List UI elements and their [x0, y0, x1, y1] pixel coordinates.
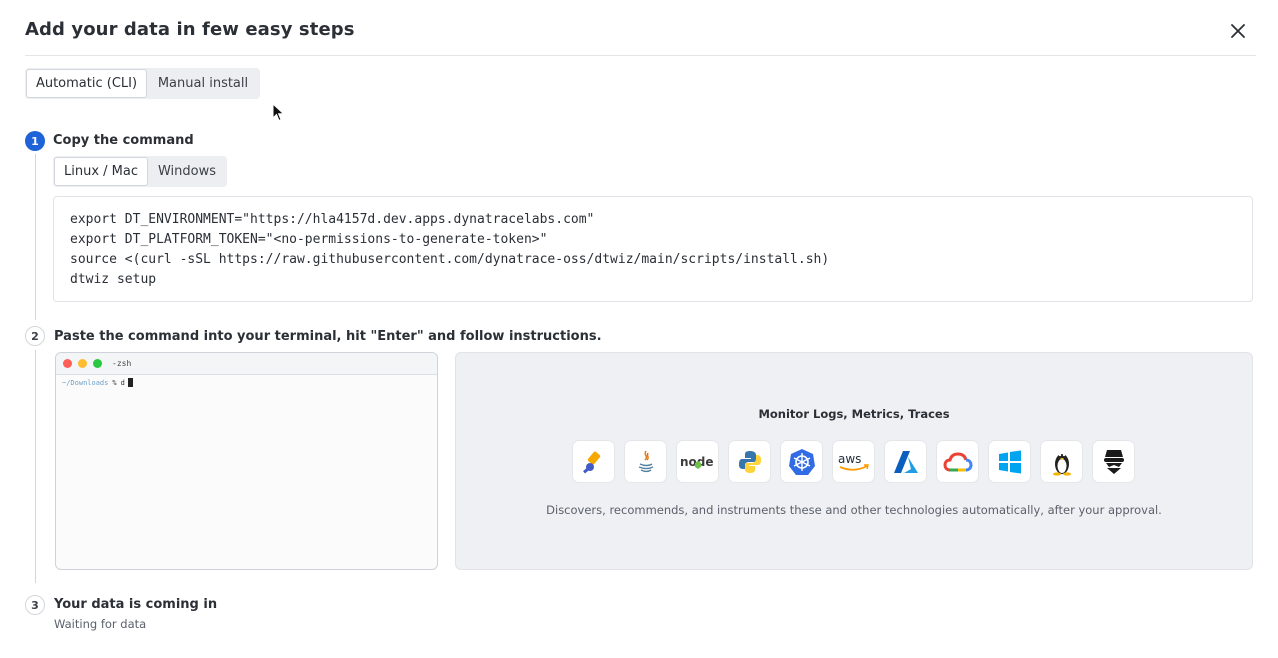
- terminal-caret: [127, 378, 133, 387]
- step-2-connector: [35, 350, 36, 583]
- terminal-maximize-dot: [93, 359, 102, 368]
- anonymous-icon: [1093, 441, 1134, 482]
- technologies-icon-row: node aws: [573, 441, 1134, 482]
- terminal-title: -zsh: [112, 359, 132, 368]
- terminal-prompt-symbol: %: [112, 378, 117, 387]
- command-line-1: export DT_ENVIRONMENT="https://hla4157d.…: [70, 212, 595, 227]
- install-mode-switch: Automatic (CLI) Manual install: [25, 68, 260, 99]
- command-line-3: source <(curl -sSL https://raw.githubuse…: [70, 252, 830, 267]
- step-3-title: Your data is coming in: [54, 597, 218, 612]
- windows-icon: [989, 441, 1030, 482]
- terminal-prompt-path: ~/Downloads: [62, 378, 109, 387]
- step-3-subtitle: Waiting for data: [54, 617, 147, 631]
- aws-icon: aws: [833, 441, 874, 482]
- google-cloud-icon: [937, 441, 978, 482]
- linux-icon: [1041, 441, 1082, 482]
- step-2-title: Paste the command into your terminal, hi…: [54, 329, 602, 344]
- command-code-block[interactable]: export DT_ENVIRONMENT="https://hla4157d.…: [53, 196, 1253, 302]
- command-line-4: dtwiz setup: [70, 272, 157, 287]
- terminal-typed-text: d: [120, 378, 125, 387]
- terminal-minimize-dot: [78, 359, 87, 368]
- opentelemetry-icon: [573, 441, 614, 482]
- os-switch: Linux / Mac Windows: [53, 156, 227, 187]
- terminal-preview: -zsh ~/Downloads % d: [55, 352, 438, 570]
- add-data-modal: Add your data in few easy steps Automati…: [0, 0, 1278, 658]
- azure-icon: [885, 441, 926, 482]
- mouse-pointer-icon: [272, 103, 285, 122]
- python-icon: [729, 441, 770, 482]
- tab-linux-mac[interactable]: Linux / Mac: [54, 157, 148, 186]
- aws-label: aws: [838, 452, 861, 466]
- close-button[interactable]: [1226, 19, 1250, 43]
- tab-manual-install[interactable]: Manual install: [147, 69, 259, 98]
- terminal-body: ~/Downloads % d: [56, 375, 437, 390]
- step-1-title: Copy the command: [53, 133, 194, 148]
- java-icon: [625, 441, 666, 482]
- kubernetes-icon: [781, 441, 822, 482]
- technologies-description: Discovers, recommends, and instruments t…: [546, 503, 1162, 517]
- command-line-2: export DT_PLATFORM_TOKEN="<no-permission…: [70, 232, 548, 247]
- technologies-title: Monitor Logs, Metrics, Traces: [758, 407, 950, 421]
- terminal-title-bar: -zsh: [56, 353, 437, 375]
- step-1-connector: [35, 154, 36, 320]
- terminal-close-dot: [63, 359, 72, 368]
- tab-automatic-cli[interactable]: Automatic (CLI): [26, 69, 147, 98]
- step-2-number: 2: [25, 326, 45, 346]
- header-divider: [25, 55, 1256, 56]
- tab-windows[interactable]: Windows: [148, 157, 226, 186]
- modal-title: Add your data in few easy steps: [25, 19, 355, 40]
- nodejs-icon: node: [677, 441, 718, 482]
- step-3-number: 3: [25, 595, 45, 615]
- technologies-panel: Monitor Logs, Metrics, Traces node: [455, 352, 1253, 570]
- step-1-number: 1: [25, 131, 45, 151]
- close-icon: [1231, 24, 1245, 38]
